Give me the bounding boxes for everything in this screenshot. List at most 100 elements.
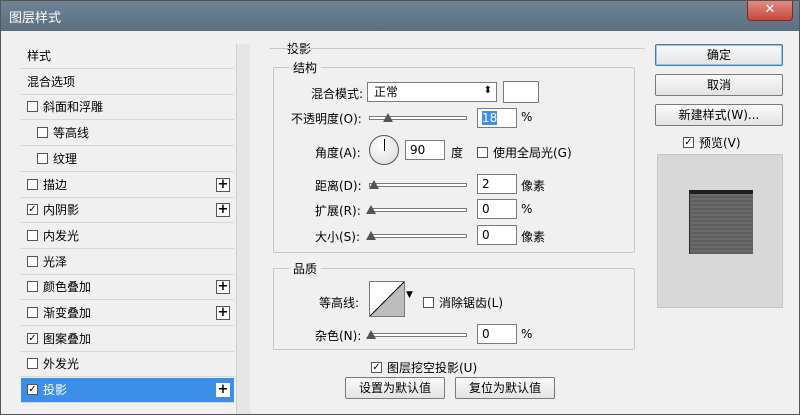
quality-title: 品质 [289, 260, 322, 277]
style-checkbox[interactable]: ✓ [27, 384, 38, 396]
knockout-label: 图层挖空投影(U) [387, 361, 478, 375]
add-effect-icon[interactable]: + [216, 177, 230, 192]
layer-style-dialog: 图层样式 ✕ 样式 混合选项 斜面和浮雕 等高线 纹理 描边 + ✓ 内阴影 + 内发光 光泽 颜色叠加… [0, 0, 800, 415]
contour-dropdown-arrow-icon[interactable]: ▼ [406, 290, 413, 300]
style-list-item[interactable]: 混合选项 [21, 70, 234, 95]
size-slider-thumb[interactable] [366, 231, 376, 240]
add-effect-icon[interactable]: + [216, 383, 230, 398]
opacity-unit: % [521, 110, 533, 124]
spread-slider[interactable] [366, 205, 467, 214]
style-checkbox[interactable]: ✓ [27, 332, 38, 344]
style-checkbox[interactable] [37, 152, 48, 164]
distance-unit: 像素 [521, 179, 546, 193]
spread-slider-thumb[interactable] [366, 205, 376, 214]
add-effect-icon[interactable]: + [216, 306, 230, 320]
close-button[interactable]: ✕ [747, 1, 793, 21]
style-list-item[interactable]: ✓ 内阴影 + [21, 198, 234, 224]
style-list-item[interactable]: ✓ 图案叠加 [21, 327, 234, 352]
reset-default-button[interactable]: 复位为默认值 [455, 377, 555, 399]
cancel-button[interactable]: 取消 [655, 74, 783, 96]
style-list-item[interactable]: 样式 [21, 44, 234, 69]
style-list-label: 投影 [43, 383, 68, 398]
style-checkbox[interactable] [27, 281, 38, 293]
make-default-button[interactable]: 设置为默认值 [345, 377, 445, 399]
size-slider[interactable] [366, 231, 467, 240]
opacity-slider[interactable] [369, 113, 467, 122]
noise-input[interactable]: 0 [477, 324, 517, 344]
anti-alias-option[interactable]: 消除锯齿(L) [423, 294, 503, 311]
style-list-item[interactable]: 等高线 [21, 121, 234, 147]
angle-dial[interactable] [369, 135, 399, 165]
updown-arrow-icon: ⬍ [483, 85, 492, 96]
add-effect-icon[interactable]: + [216, 280, 230, 295]
style-preview [657, 154, 783, 308]
anti-alias-checkbox[interactable] [423, 297, 434, 308]
preview-option[interactable]: ✓ 预览(V) [683, 134, 741, 151]
style-list: 样式 混合选项 斜面和浮雕 等高线 纹理 描边 + ✓ 内阴影 + 内发光 光泽 颜色叠加 + 渐变叠加 + ✓… [21, 44, 251, 414]
preview-checkbox[interactable]: ✓ [683, 137, 694, 148]
style-checkbox[interactable] [27, 178, 38, 190]
style-list-item[interactable]: 光泽 [21, 250, 234, 275]
style-list-item[interactable]: ✓ 投影 + [21, 378, 234, 404]
title-bar[interactable]: 图层样式 ✕ [1, 1, 799, 31]
style-list-item[interactable]: 内发光 [21, 224, 234, 249]
style-list-label: 颜色叠加 [43, 280, 92, 295]
style-checkbox[interactable] [27, 101, 38, 113]
contour-picker[interactable] [369, 281, 405, 317]
knockout-option[interactable]: ✓ 图层挖空投影(U) [371, 359, 477, 376]
add-effect-icon[interactable]: + [216, 203, 230, 218]
new-style-button[interactable]: 新建样式(W)... [655, 104, 783, 126]
blend-mode-label: 混合模式: [311, 87, 364, 101]
distance-input[interactable]: 2 [477, 174, 517, 194]
opacity-value: 18 [482, 111, 498, 125]
style-list-label: 图案叠加 [43, 331, 92, 346]
ok-button[interactable]: 确定 [655, 44, 783, 66]
style-list-item[interactable]: 斜面和浮雕 [21, 95, 234, 121]
shadow-color-swatch[interactable] [503, 81, 539, 103]
spread-input[interactable]: 0 [477, 199, 517, 219]
opacity-slider-thumb[interactable] [382, 113, 393, 122]
distance-label: 距离(D): [315, 179, 362, 193]
style-list-label: 描边 [43, 177, 68, 192]
style-list-item[interactable]: 渐变叠加 + [21, 301, 234, 326]
style-list-scrollbar[interactable] [236, 44, 250, 414]
global-light-option[interactable]: 使用全局光(G) [477, 144, 572, 161]
style-list-item[interactable]: 颜色叠加 + [21, 275, 234, 301]
size-label: 大小(S): [315, 230, 361, 244]
style-checkbox[interactable]: ✓ [27, 204, 38, 216]
style-checkbox[interactable] [27, 255, 38, 267]
distance-slider[interactable] [369, 180, 467, 189]
style-list-label: 纹理 [53, 151, 78, 166]
knockout-checkbox[interactable]: ✓ [371, 362, 382, 373]
size-value: 0 [482, 228, 490, 242]
style-checkbox[interactable] [27, 307, 38, 318]
angle-input[interactable]: 90 [405, 140, 445, 160]
style-checkbox[interactable] [27, 229, 38, 241]
style-list-label: 内发光 [43, 228, 80, 243]
dialog-body: 样式 混合选项 斜面和浮雕 等高线 纹理 描边 + ✓ 内阴影 + 内发光 光泽 颜色叠加 + 渐变叠加 + ✓… [7, 32, 795, 414]
global-light-checkbox[interactable] [477, 147, 488, 158]
style-list-item[interactable]: 纹理 [21, 147, 234, 172]
noise-slider[interactable] [366, 330, 467, 339]
distance-slider-thumb[interactable] [369, 180, 379, 189]
style-list-label: 光泽 [43, 254, 68, 269]
blend-mode-value: 正常 [374, 85, 399, 99]
angle-needle [384, 139, 385, 151]
noise-slider-thumb[interactable] [366, 330, 376, 339]
style-list-item[interactable]: 外发光 [21, 352, 234, 378]
contour-label: 等高线: [319, 296, 360, 310]
noise-unit: % [521, 327, 533, 341]
style-checkbox[interactable] [27, 358, 38, 370]
size-input[interactable]: 0 [477, 225, 517, 245]
style-list-label: 斜面和浮雕 [43, 100, 104, 115]
spread-unit: % [521, 202, 533, 216]
noise-label: 杂色(N): [315, 329, 362, 343]
opacity-input[interactable]: 18 [477, 108, 517, 128]
style-list-label: 样式 [27, 49, 52, 63]
noise-value: 0 [482, 327, 490, 341]
style-checkbox[interactable] [37, 127, 48, 139]
style-list-item[interactable]: 描边 + [21, 173, 234, 198]
angle-value: 90 [410, 143, 426, 157]
spread-label: 扩展(R): [315, 204, 361, 218]
blend-mode-select[interactable]: 正常 ⬍ [367, 82, 497, 102]
